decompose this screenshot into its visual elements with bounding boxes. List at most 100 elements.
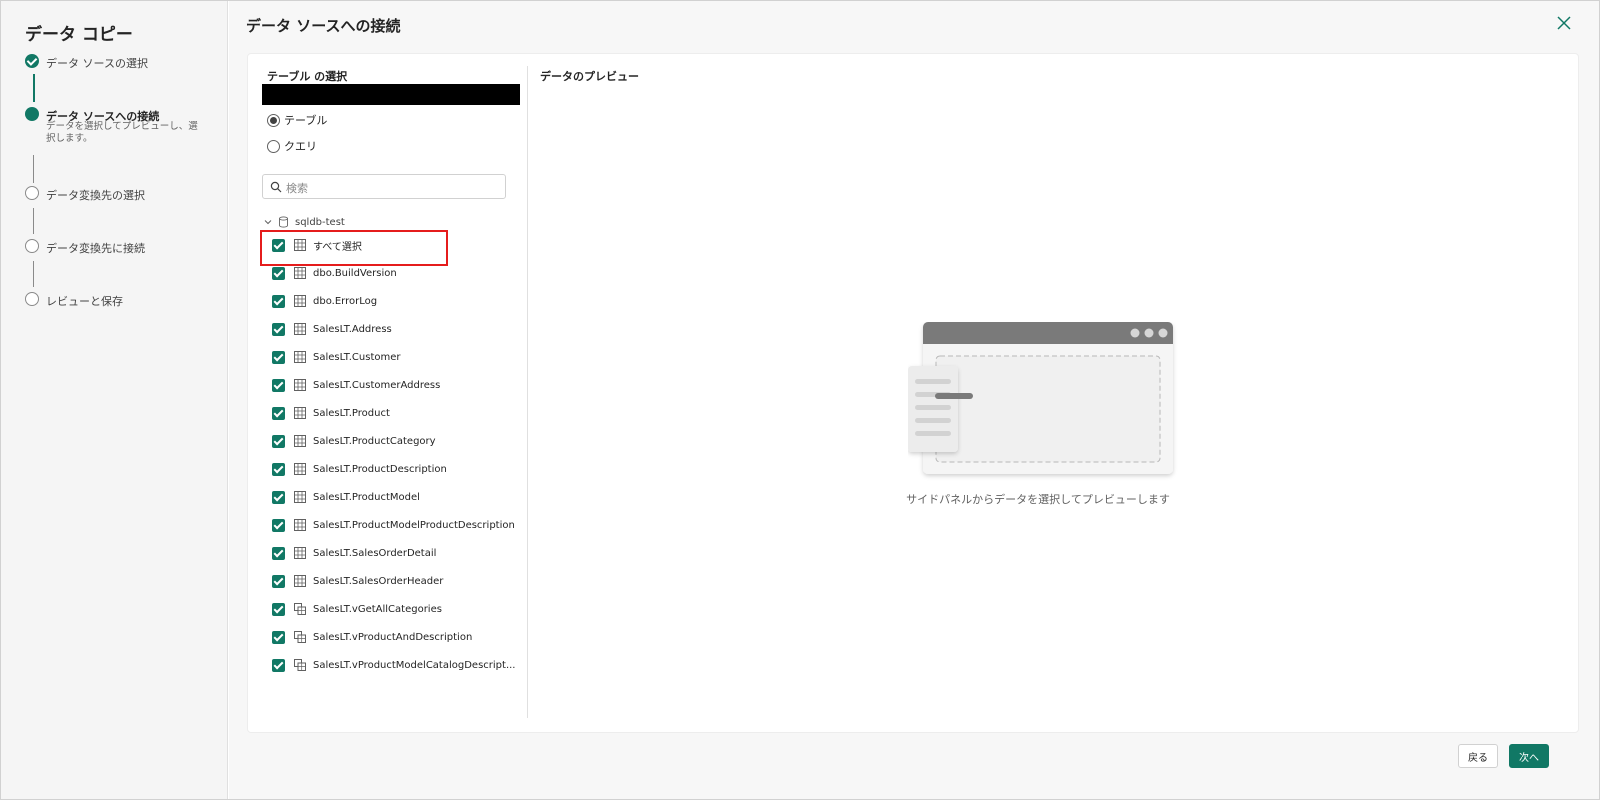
table-icon bbox=[294, 491, 306, 503]
close-icon[interactable] bbox=[1556, 15, 1572, 31]
list-item[interactable]: SalesLT.SalesOrderHeader bbox=[272, 572, 443, 590]
preview-title: データのプレビュー bbox=[540, 70, 639, 83]
item-label: SalesLT.vProductAndDescription bbox=[313, 631, 473, 643]
item-label: SalesLT.ProductDescription bbox=[313, 463, 447, 475]
item-label: dbo.ErrorLog bbox=[313, 295, 378, 307]
list-item[interactable]: SalesLT.Product bbox=[272, 404, 390, 422]
step-pending-circle-icon bbox=[25, 186, 39, 200]
checkbox-checked-icon[interactable] bbox=[272, 322, 285, 336]
item-label: SalesLT.vGetAllCategories bbox=[313, 603, 442, 615]
list-item[interactable]: SalesLT.ProductDescription bbox=[272, 460, 447, 478]
empty-preview-illustration bbox=[908, 322, 1173, 474]
radio-label: テーブル bbox=[284, 114, 328, 127]
checkbox-checked-icon[interactable] bbox=[272, 294, 285, 308]
list-item[interactable]: SalesLT.SalesOrderDetail bbox=[272, 544, 436, 562]
next-button[interactable]: 次へ bbox=[1509, 744, 1549, 768]
checkbox-checked-icon[interactable] bbox=[272, 546, 285, 560]
view-icon bbox=[294, 603, 306, 615]
preview-empty-message: サイドパネルからデータを選択してプレビューします bbox=[906, 493, 1170, 506]
item-label: SalesLT.SalesOrderHeader bbox=[313, 575, 444, 587]
checkbox-checked-icon[interactable] bbox=[272, 406, 285, 420]
checkbox-checked-icon[interactable] bbox=[272, 490, 285, 504]
wizard-sidebar: データ コピー データ ソースの選択 データ ソースへの接続 データを選択してプ… bbox=[1, 1, 228, 799]
table-icon bbox=[294, 267, 306, 279]
step-connector bbox=[33, 261, 34, 287]
table-select-title: テーブル の選択 bbox=[267, 70, 348, 83]
item-label: SalesLT.Address bbox=[313, 323, 392, 335]
search-input[interactable]: 検索 bbox=[262, 174, 506, 199]
step-connector bbox=[33, 74, 35, 102]
table-icon bbox=[294, 295, 306, 307]
checkbox-checked-icon[interactable] bbox=[272, 266, 285, 280]
item-label: dbo.BuildVersion bbox=[313, 267, 397, 279]
page-title: データ ソースへの接続 bbox=[246, 17, 401, 35]
step-pending-circle-icon bbox=[25, 292, 39, 306]
radio-table[interactable]: テーブル bbox=[267, 112, 327, 128]
step-description: データを選択してプレビューし、選択します。 bbox=[46, 121, 198, 144]
item-label: SalesLT.Customer bbox=[313, 351, 401, 363]
checkbox-checked-icon[interactable] bbox=[272, 350, 285, 364]
step-label: データ変換先の選択 bbox=[46, 189, 145, 202]
tree-root-label: sqldb-test bbox=[295, 216, 345, 228]
list-item[interactable]: dbo.BuildVersion bbox=[272, 264, 397, 282]
table-icon bbox=[294, 435, 306, 447]
list-item[interactable]: SalesLT.Address bbox=[272, 320, 392, 338]
checkbox-checked-icon[interactable] bbox=[272, 630, 285, 644]
view-icon bbox=[294, 631, 306, 643]
wizard-title: データ コピー bbox=[25, 25, 133, 45]
annotation-highlight-box bbox=[260, 230, 448, 266]
checkbox-checked-icon[interactable] bbox=[272, 658, 285, 672]
main-panel: データ ソースへの接続 テーブル の選択 テーブル クエリ 検索 sqldb-t… bbox=[229, 1, 1599, 799]
list-item[interactable]: SalesLT.ProductCategory bbox=[272, 432, 436, 450]
database-icon bbox=[279, 216, 288, 228]
step-current-dot-icon bbox=[25, 107, 39, 121]
step-label: データ ソースの選択 bbox=[46, 57, 148, 70]
list-item[interactable]: SalesLT.CustomerAddress bbox=[272, 376, 440, 394]
item-label: SalesLT.CustomerAddress bbox=[313, 379, 441, 391]
checkbox-checked-icon[interactable] bbox=[272, 518, 285, 532]
item-label: SalesLT.Product bbox=[313, 407, 390, 419]
radio-selected-icon bbox=[267, 113, 280, 127]
list-item[interactable]: SalesLT.ProductModelProductDescription bbox=[272, 516, 515, 534]
step-done-check-icon bbox=[25, 54, 39, 68]
radio-query[interactable]: クエリ bbox=[267, 138, 317, 154]
step-label: データ変換先に接続 bbox=[46, 242, 145, 255]
list-item[interactable]: SalesLT.vGetAllCategories bbox=[272, 600, 442, 618]
back-button[interactable]: 戻る bbox=[1458, 744, 1498, 768]
checkbox-checked-icon[interactable] bbox=[272, 574, 285, 588]
item-label: SalesLT.ProductCategory bbox=[313, 435, 436, 447]
table-icon bbox=[294, 575, 306, 587]
list-item[interactable]: dbo.ErrorLog bbox=[272, 292, 377, 310]
step-connector bbox=[33, 208, 34, 234]
table-icon bbox=[294, 351, 306, 363]
step-connector bbox=[33, 155, 34, 183]
table-icon bbox=[294, 519, 306, 531]
checkbox-checked-icon[interactable] bbox=[272, 378, 285, 392]
redacted-connection-bar bbox=[262, 84, 520, 105]
tree-root-database[interactable]: sqldb-test bbox=[263, 214, 345, 230]
list-item[interactable]: SalesLT.Customer bbox=[272, 348, 401, 366]
item-label: SalesLT.SalesOrderDetail bbox=[313, 547, 437, 559]
radio-label: クエリ bbox=[284, 140, 317, 153]
view-icon bbox=[294, 659, 306, 671]
table-icon bbox=[294, 463, 306, 475]
table-icon bbox=[294, 379, 306, 391]
list-item[interactable]: SalesLT.vProductAndDescription bbox=[272, 628, 472, 646]
checkbox-checked-icon[interactable] bbox=[272, 434, 285, 448]
item-label: SalesLT.vProductModelCatalogDescript... bbox=[313, 659, 516, 671]
list-item[interactable]: SalesLT.vProductModelCatalogDescript... bbox=[272, 656, 515, 674]
list-item[interactable]: SalesLT.ProductModel bbox=[272, 488, 420, 506]
search-icon bbox=[270, 181, 282, 193]
radio-unselected-icon bbox=[267, 139, 280, 153]
search-placeholder: 検索 bbox=[286, 182, 308, 195]
item-label: SalesLT.ProductModel bbox=[313, 491, 420, 503]
checkbox-checked-icon[interactable] bbox=[272, 462, 285, 476]
pane-divider bbox=[527, 66, 528, 718]
table-icon bbox=[294, 407, 306, 419]
connect-card: テーブル の選択 テーブル クエリ 検索 sqldb-test すべて選択 db… bbox=[247, 53, 1579, 733]
table-icon bbox=[294, 547, 306, 559]
checkbox-checked-icon[interactable] bbox=[272, 602, 285, 616]
step-pending-circle-icon bbox=[25, 239, 39, 253]
table-icon bbox=[294, 323, 306, 335]
chevron-down-icon[interactable] bbox=[263, 217, 273, 227]
